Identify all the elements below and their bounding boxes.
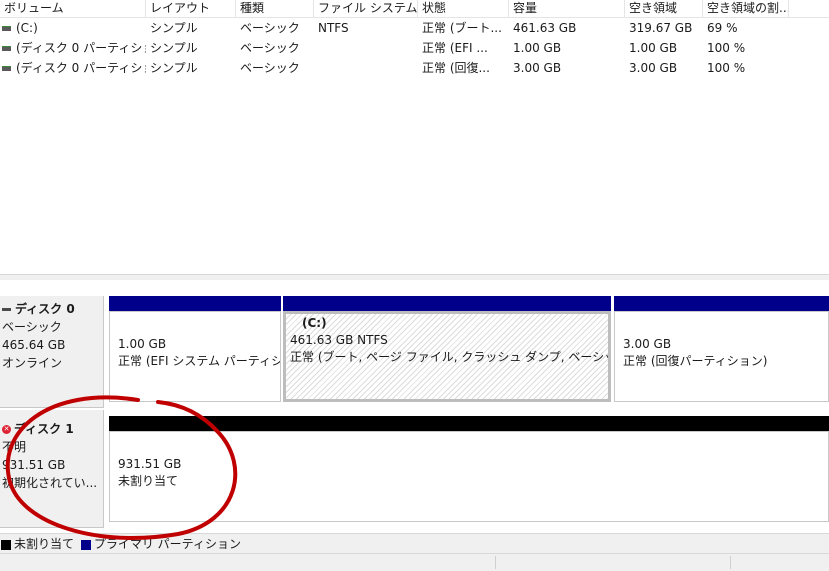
volume-type: ベーシック (240, 21, 300, 35)
volume-name: (C:) (16, 21, 38, 35)
disk1-type: 不明 (2, 440, 27, 454)
partition-size: 461.63 GB NTFS (290, 333, 388, 347)
partition-size: 3.00 GB (623, 337, 672, 351)
partition-bar (109, 296, 281, 311)
legend-swatch-unallocated (1, 539, 11, 550)
disk0-size: 465.64 GB (2, 338, 66, 352)
volume-free-percent: 100 % (707, 41, 746, 55)
volume-layout: シンプル (150, 21, 198, 35)
status-divider (730, 556, 731, 569)
partition-status: 正常 (ブート, ページ ファイル, クラッシュ ダンプ, ベーシック データ … (290, 350, 608, 364)
column-header-filesystem[interactable]: ファイル システム (314, 0, 418, 17)
volume-status: 正常 (回復... (422, 61, 490, 75)
volume-icon (2, 46, 11, 51)
volume-layout: シンプル (150, 61, 198, 75)
column-header-free-percent[interactable]: 空き領域の割... (703, 0, 789, 17)
disk0-label[interactable]: ディスク 0 ベーシック 465.64 GB オンライン (0, 296, 104, 408)
disk1-size: 931.51 GB (2, 458, 66, 472)
partition-c-drive[interactable]: (C:) 461.63 GB NTFS 正常 (ブート, ページ ファイル, ク… (283, 296, 611, 402)
volume-free: 1.00 GB (629, 41, 678, 55)
legend: 未割り当て プライマリ パーティション (0, 533, 829, 554)
partition-unallocated[interactable]: 931.51 GB 未割り当て (109, 416, 829, 522)
disk1-name: ディスク 1 (14, 422, 74, 436)
disk-icon (2, 308, 11, 311)
volume-capacity: 1.00 GB (513, 41, 562, 55)
legend-unallocated: 未割り当て (14, 537, 75, 551)
partition-bar (283, 296, 611, 311)
volume-row[interactable]: (ディスク 0 パーティショ... シンプル ベーシック 正常 (EFI ...… (0, 38, 829, 58)
volume-status: 正常 (EFI ... (422, 41, 488, 55)
volume-capacity: 461.63 GB (513, 21, 577, 35)
partition-size: 1.00 GB (118, 337, 167, 351)
partition-size: 931.51 GB (118, 457, 182, 471)
status-bar (0, 553, 829, 571)
legend-primary: プライマリ パーティション (93, 537, 241, 551)
volume-layout: シンプル (150, 41, 198, 55)
volume-name: (ディスク 0 パーティショ... (16, 41, 146, 55)
volume-name: (ディスク 0 パーティショ... (16, 61, 146, 75)
volume-row[interactable]: (ディスク 0 パーティショ... シンプル ベーシック 正常 (回復... 3… (0, 58, 829, 78)
volume-free: 3.00 GB (629, 61, 678, 75)
partition-label: (C:) (302, 316, 327, 330)
volume-free-percent: 100 % (707, 61, 746, 75)
column-header-layout[interactable]: レイアウト (146, 0, 236, 17)
volume-filesystem: NTFS (318, 21, 349, 35)
volume-icon (2, 66, 11, 71)
column-header-volume[interactable]: ボリューム (0, 0, 146, 17)
status-divider (495, 556, 496, 569)
column-header-capacity[interactable]: 容量 (509, 0, 625, 17)
column-header-status[interactable]: 状態 (418, 0, 509, 17)
volume-type: ベーシック (240, 61, 300, 75)
partition-status: 正常 (回復パーティション) (623, 354, 768, 368)
volume-row[interactable]: (C:) シンプル ベーシック NTFS 正常 (ブート... 461.63 G… (0, 18, 829, 38)
volume-list: ボリューム レイアウト 種類 ファイル システム 状態 容量 空き領域 空き領域… (0, 0, 829, 274)
volume-capacity: 3.00 GB (513, 61, 562, 75)
disk1-label[interactable]: ✕ ディスク 1 不明 931.51 GB 初期化されてい... (0, 410, 104, 528)
volume-icon (2, 26, 11, 31)
partition-status: 未割り当て (118, 474, 179, 488)
disk0-name: ディスク 0 (15, 302, 75, 316)
volume-free: 319.67 GB (629, 21, 693, 35)
partition-efi[interactable]: 1.00 GB 正常 (EFI システム パーティション) (109, 296, 281, 402)
disk0-state: オンライン (2, 356, 63, 370)
partition-bar (614, 296, 829, 311)
partition-status: 正常 (EFI システム パーティション) (118, 354, 280, 368)
column-header-free-space[interactable]: 空き領域 (625, 0, 703, 17)
partition-bar (109, 416, 829, 431)
disk1-state: 初期化されてい... (2, 476, 98, 490)
legend-swatch-primary (80, 539, 91, 550)
error-icon: ✕ (2, 425, 11, 434)
volume-free-percent: 69 % (707, 21, 738, 35)
disk0-type: ベーシック (2, 320, 62, 334)
disk-graphical-view: ディスク 0 ベーシック 465.64 GB オンライン 1.00 GB 正常 … (0, 280, 829, 535)
volume-status: 正常 (ブート... (422, 21, 502, 35)
volume-list-header: ボリューム レイアウト 種類 ファイル システム 状態 容量 空き領域 空き領域… (0, 0, 829, 18)
volume-type: ベーシック (240, 41, 300, 55)
partition-recovery[interactable]: 3.00 GB 正常 (回復パーティション) (614, 296, 829, 402)
column-header-type[interactable]: 種類 (236, 0, 314, 17)
